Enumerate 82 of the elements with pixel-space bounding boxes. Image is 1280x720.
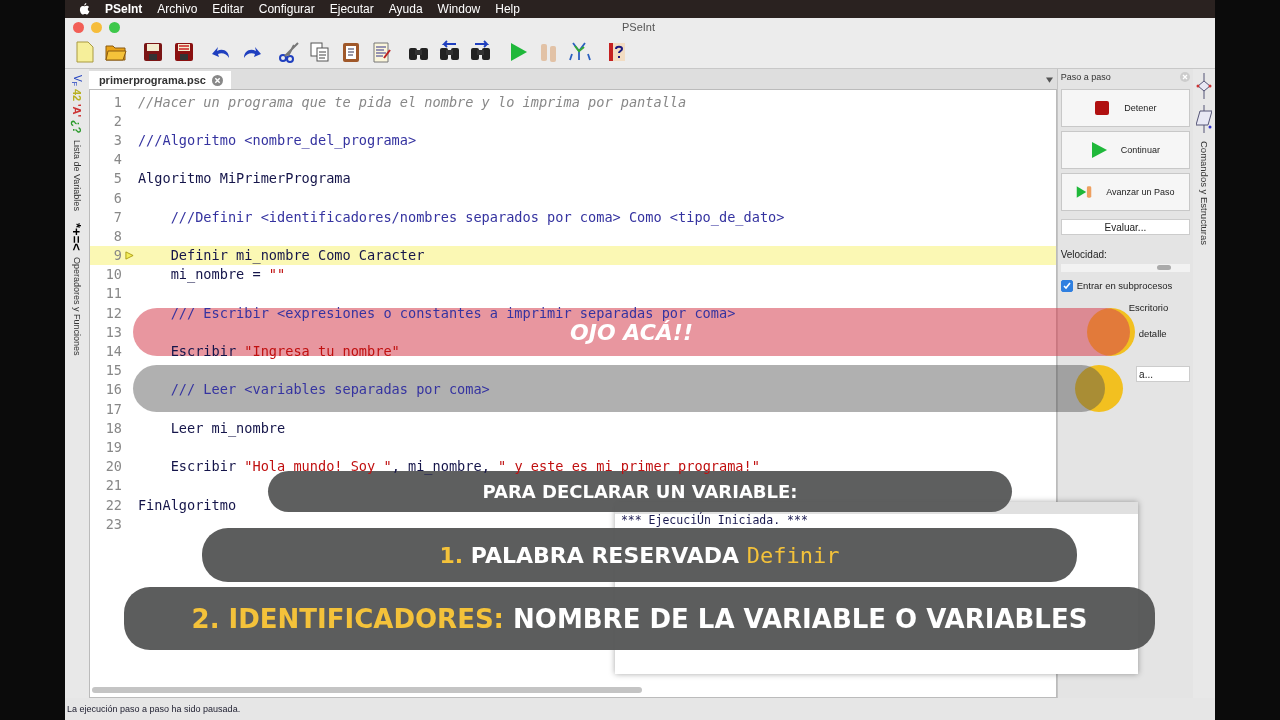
play-icon (1090, 142, 1107, 158)
line-number: 15 (104, 362, 122, 379)
dropdown-icon[interactable] (1045, 77, 1053, 83)
menu-item[interactable]: Help (495, 2, 520, 16)
menu-item[interactable]: Ejecutar (329, 2, 374, 16)
line-number: 1 (112, 93, 122, 110)
save-as-icon[interactable] (172, 40, 196, 64)
line-number: 3 (112, 131, 122, 148)
window-title: PSeInt (621, 21, 655, 33)
line-number: 21 (104, 477, 122, 494)
menu-item[interactable]: Editar (212, 2, 244, 16)
caption-text: 1. PALABRA RESERVADA Definir (439, 542, 840, 568)
file-tab[interactable]: primerprograma.psc (88, 71, 231, 89)
line-number: 11 (104, 285, 122, 302)
commands-tab[interactable]: Comandos y Estructuras (1198, 141, 1210, 245)
step-button[interactable]: Continuar (1060, 131, 1191, 169)
line-number: 16 (104, 381, 122, 398)
step-icon (1076, 184, 1093, 200)
stop-icon (1094, 100, 1111, 116)
caption-text: PARA DECLARAR UN VARIABLE: (482, 481, 798, 502)
line-number: 10 (104, 266, 122, 283)
option-checkbox[interactable]: Entrar en subprocesos (1060, 280, 1191, 292)
document-icon[interactable] (370, 40, 394, 64)
speed-label: Velocidad: (1060, 249, 1108, 260)
operators-tab[interactable]: Operadores y Funciones (71, 256, 82, 356)
apple-icon[interactable] (79, 2, 90, 16)
variables-tab[interactable]: Lista de Variables (71, 139, 82, 211)
line-number: 12 (104, 304, 122, 321)
line-number: 17 (104, 400, 122, 417)
menu-item[interactable]: PSeInt (105, 2, 143, 16)
console-text: *** EjecuciÚn Iniciada. *** (619, 514, 809, 526)
line-number: 20 (104, 458, 122, 475)
code-line: /// Leer <variables separadas por coma> (169, 381, 490, 398)
option-label[interactable]: Escritorio (1128, 302, 1169, 314)
code-line: ///Algoritmo <nombre_del_programa> (137, 131, 417, 148)
code-line: //Hacer un programa que te pida el nombre y lo imprima por pantalla (137, 93, 687, 110)
line-number: 6 (112, 189, 122, 206)
text-symbol[interactable]: 'A' (70, 104, 83, 118)
save-icon[interactable] (141, 40, 165, 64)
code-line: FinAlgoritmo (137, 496, 237, 513)
line-number: 22 (104, 496, 122, 513)
line-number: 23 (104, 515, 122, 532)
code-line: Definir mi_nombre Como Caracter (169, 247, 425, 264)
step-button[interactable]: Detener (1060, 89, 1191, 127)
speed-slider[interactable] (1060, 264, 1191, 272)
menu-item[interactable]: Archivo (157, 2, 198, 16)
code-line: mi_nombre = "" (169, 266, 286, 283)
line-number: 18 (104, 419, 122, 436)
slider-thumb[interactable] (1156, 265, 1171, 270)
close-icon[interactable] (211, 74, 223, 86)
panel-title: Paso a paso (1060, 72, 1111, 82)
flowchart-icon[interactable] (1196, 105, 1213, 135)
copy-icon[interactable] (308, 40, 332, 64)
line-number: 8 (112, 227, 122, 244)
option-label[interactable]: detalle (1138, 328, 1167, 340)
line-number: 14 (104, 343, 122, 360)
caption-text: 2. IDENTIFICADORES: NOMBRE DE LA VARIABLE O VARIABLES (191, 603, 1088, 634)
evaluate-button[interactable]: Evaluar... (1060, 219, 1191, 235)
line-number: 19 (104, 438, 122, 455)
close-button[interactable] (73, 21, 84, 33)
code-line: Escribir "Ingresa tu nombre" (169, 343, 400, 360)
panel-button[interactable]: a... (1136, 366, 1191, 382)
line-number: 5 (112, 170, 122, 187)
menu-item[interactable]: Ayuda (388, 2, 423, 16)
code-line: /// Escribir <expresiones o constantes a imprimir separadas por coma> (169, 304, 736, 321)
menu-item[interactable]: Configurar (258, 2, 315, 16)
line-number: 13 (104, 323, 122, 340)
code-line: Leer mi_nombre (169, 419, 286, 436)
current-line-icon (125, 250, 135, 260)
scissors-icon[interactable] (277, 40, 301, 64)
line-number: 7 (112, 208, 122, 225)
line-number: 9 (112, 247, 122, 264)
line-number: 2 (112, 112, 122, 129)
checkmark-icon (1061, 281, 1072, 291)
step-button[interactable]: Avanzar un Paso (1060, 173, 1191, 211)
code-line: Algoritmo MiPrimerPrograma (137, 170, 351, 187)
code-line: ///Definir <identificadores/nombres separados por coma> Como <tipo_de_dato> (169, 208, 785, 225)
code-line: Escribir "Hola mundo! Soy ", mi_nombre, " y este es mi primer programa!" (169, 458, 760, 475)
menu-item[interactable]: Window (437, 2, 481, 16)
scrollbar[interactable] (91, 687, 642, 693)
line-number: 4 (112, 151, 122, 168)
operators-symbol[interactable]: *+=< (69, 222, 85, 251)
